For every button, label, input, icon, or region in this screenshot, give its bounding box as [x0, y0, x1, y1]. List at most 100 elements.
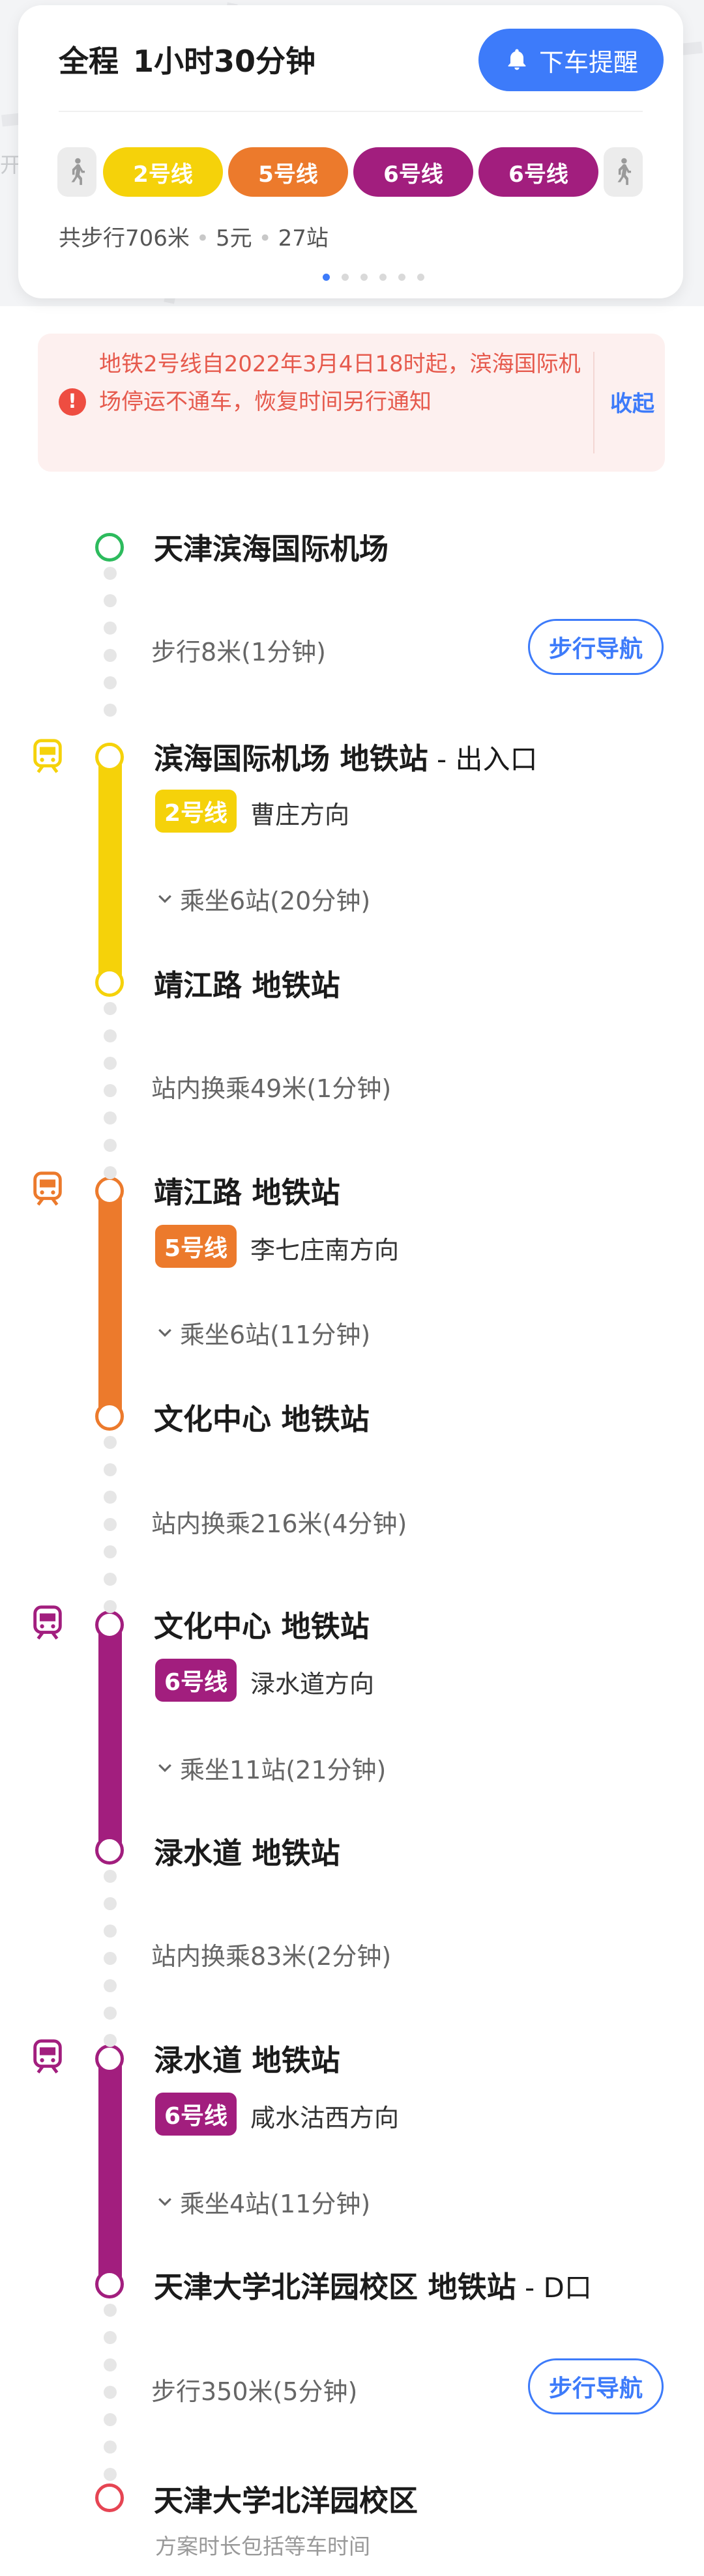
service-notice: ! 地铁2号线自2022年3月4日18时起，滨海国际机场停运不通车，恢复时间另行…: [38, 334, 665, 472]
ride-stops-toggle[interactable]: 乘坐4站(11分钟): [155, 2184, 370, 2220]
separator-dot: •: [196, 225, 209, 251]
line-5-segment: [98, 1177, 122, 1424]
page-indicator: [317, 274, 430, 281]
line-badge: 6号线: [155, 2093, 237, 2136]
station-node: [95, 1177, 124, 1205]
path-dot: [104, 1463, 117, 1476]
line-chip-label: 6号线: [383, 161, 443, 188]
line-chip-label: 5号线: [258, 161, 318, 188]
alight-reminder-button[interactable]: 下车提醒: [478, 29, 664, 91]
boarding-station: 文化中心 地铁站: [154, 1609, 370, 1644]
chevron-down-icon: [158, 894, 171, 903]
start-marker: [95, 533, 124, 562]
line-badge: 2号线: [155, 790, 237, 833]
path-dot: [104, 1600, 117, 1613]
path-dot: [104, 1545, 117, 1558]
path-dot: [104, 2413, 117, 2426]
station-node: [95, 2044, 124, 2073]
path-dot: [104, 1870, 117, 1883]
end-marker: [95, 2483, 124, 2512]
station-node: [95, 743, 124, 771]
transfer-text: 站内换乘83米(2分钟): [151, 1942, 392, 1971]
path-dot: [104, 1518, 117, 1531]
walk-navigation-button[interactable]: 步行导航: [528, 2358, 664, 2414]
path-dot: [104, 1057, 117, 1070]
page-dot: [417, 274, 424, 281]
fare: 5元: [215, 225, 252, 251]
divider: [59, 111, 643, 112]
ride-text: 乘坐6站(11分钟): [180, 1321, 371, 1349]
path-dot: [104, 1952, 117, 1965]
duration-value: 1小时30分钟: [133, 44, 316, 79]
ride-text: 乘坐4站(11分钟): [180, 2190, 371, 2218]
path-dot: [104, 567, 117, 580]
line-chip-6a: 6号线: [353, 147, 473, 197]
page-dot: [323, 274, 330, 281]
direction-text: 曹庄方向: [250, 801, 350, 829]
station-node: [95, 968, 124, 997]
line-2-segment: [98, 743, 122, 990]
route-summary-card[interactable]: 全程 1小时30分钟 下车提醒 2号线 5号线 6号线 6号线 共步行706米 • 5…: [18, 5, 683, 298]
path-dot: [104, 2034, 117, 2047]
notice-text: 地铁2号线自2022年3月4日18时起，滨海国际机场停运不通车，恢复时间另行通知: [99, 351, 581, 415]
path-dot: [104, 704, 117, 717]
page-dot: [342, 274, 349, 281]
entrance-label: - 出入口: [428, 743, 538, 775]
station-node: [95, 2270, 124, 2298]
stop-count: 27站: [278, 225, 329, 251]
walk-total: 共步行706米: [59, 225, 190, 251]
total-label: 全程: [59, 44, 119, 79]
subway-icon: [33, 1605, 62, 1640]
path-dot: [104, 1491, 117, 1504]
line-chip-label: 6号线: [508, 161, 568, 188]
ride-stops-toggle[interactable]: 乘坐6站(11分钟): [155, 1315, 370, 1351]
alight-reminder-label: 下车提醒: [538, 48, 638, 77]
path-dot: [104, 2468, 117, 2481]
chevron-down-icon: [158, 1328, 171, 1337]
subway-icon: [33, 2039, 62, 2074]
walk-segment-chip: [57, 147, 96, 197]
path-dot: [104, 1979, 117, 1992]
notice-divider: [593, 352, 594, 453]
alighting-station: 文化中心 地铁站: [154, 1402, 370, 1437]
path-dot: [104, 1002, 117, 1015]
path-dot: [104, 1925, 117, 1938]
total-duration: 全程 1小时30分钟: [59, 38, 315, 81]
ride-text: 乘坐11站(21分钟): [180, 1756, 387, 1784]
path-dot: [104, 2007, 117, 2020]
line-chip-2: 2号线: [103, 147, 223, 197]
path-dot: [104, 1897, 117, 1910]
ride-text: 乘坐6站(20分钟): [180, 887, 371, 915]
path-dot: [104, 649, 117, 662]
alighting-station: 靖江路 地铁站: [154, 968, 340, 1003]
ride-stops-toggle[interactable]: 乘坐11站(21分钟): [155, 1750, 386, 1786]
path-dot: [104, 2440, 117, 2454]
exit-label: - D口: [516, 2272, 592, 2304]
path-dot: [104, 594, 117, 607]
alert-icon: !: [59, 388, 86, 416]
direction-text: 李七庄南方向: [250, 1236, 400, 1265]
boarding-station: 滨海国际机场 地铁站 - 出入口: [154, 735, 538, 777]
line-6-segment: [98, 1610, 122, 1858]
station-name: 滨海国际机场 地铁站: [154, 741, 428, 776]
path-dot: [104, 1139, 117, 1152]
transfer-text: 站内换乘216米(4分钟): [151, 1510, 407, 1538]
path-dot: [104, 676, 117, 689]
path-dot: [104, 1166, 117, 1179]
transfer-text: 站内换乘49米(1分钟): [151, 1074, 392, 1103]
collapse-notice-button[interactable]: 收起: [606, 386, 658, 418]
chevron-down-icon: [158, 1764, 171, 1772]
line-badge: 5号线: [155, 1225, 237, 1268]
walk-step-text: 步行350米(5分钟): [151, 2377, 358, 2406]
line-chip-6b: 6号线: [478, 147, 598, 197]
walk-navigation-button[interactable]: 步行导航: [528, 619, 664, 675]
alighting-station: 天津大学北洋园校区 地铁站 - D口: [154, 2263, 592, 2306]
path-dot: [104, 2358, 117, 2371]
ride-stops-toggle[interactable]: 乘坐6站(20分钟): [155, 881, 370, 917]
station-node: [95, 1402, 124, 1431]
path-dot: [104, 1084, 117, 1097]
page-dot: [379, 274, 387, 281]
boarding-station: 靖江路 地铁站: [154, 1175, 340, 1210]
line-chip-label: 2号线: [133, 161, 193, 188]
subway-icon: [33, 739, 62, 773]
